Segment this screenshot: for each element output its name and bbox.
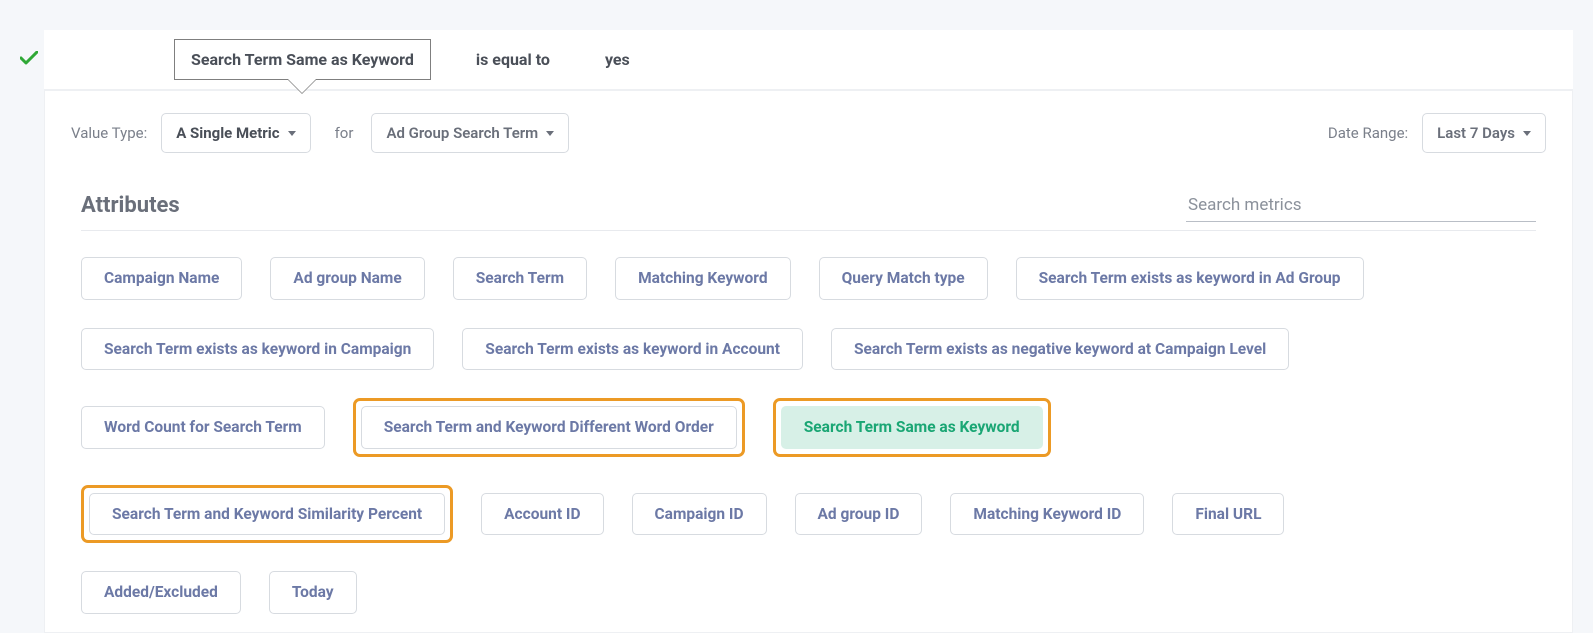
- attributes-section: Attributes Campaign Name Ad group Name Sea…: [71, 185, 1546, 632]
- chip-row: Search Term and Keyword Similarity Perce…: [81, 485, 1536, 544]
- attribute-chip[interactable]: Campaign ID: [632, 493, 767, 536]
- for-dropdown[interactable]: Ad Group Search Term: [371, 113, 569, 153]
- chip-row: Search Term exists as keyword in Campaig…: [81, 328, 1536, 371]
- config-panel: Value Type: A Single Metric for Ad Group…: [44, 90, 1573, 633]
- check-icon: [20, 50, 44, 69]
- attribute-chip[interactable]: Final URL: [1172, 493, 1284, 536]
- chip-row: Campaign Name Ad group Name Search Term Mat…: [81, 257, 1536, 300]
- for-value: Ad Group Search Term: [386, 124, 538, 142]
- attribute-chip[interactable]: Search Term: [453, 257, 587, 300]
- chevron-down-icon: [546, 131, 554, 136]
- attribute-chip[interactable]: Search Term exists as keyword in Ad Grou…: [1016, 257, 1364, 300]
- attribute-chip[interactable]: Account ID: [481, 493, 603, 536]
- filter-bar: Search Term Same as Keyword is equal to …: [44, 30, 1573, 90]
- attribute-chip[interactable]: Search Term exists as negative keyword a…: [831, 328, 1289, 371]
- chip-row: Added/Excluded Today: [81, 571, 1536, 614]
- date-range-value: Last 7 Days: [1437, 124, 1515, 142]
- date-range-label: Date Range:: [1328, 124, 1408, 142]
- filter-value[interactable]: yes: [605, 50, 630, 69]
- highlight-wrapper: Search Term Same as Keyword: [773, 398, 1051, 457]
- filter-operator[interactable]: is equal to: [476, 50, 550, 69]
- chevron-down-icon: [288, 131, 296, 136]
- highlight-wrapper: Search Term and Keyword Similarity Perce…: [81, 485, 453, 544]
- chevron-down-icon: [1523, 131, 1531, 136]
- value-type-value: A Single Metric: [176, 124, 279, 142]
- attribute-chip[interactable]: Search Term exists as keyword in Campaig…: [81, 328, 434, 371]
- attribute-chip[interactable]: Search Term Same as Keyword: [781, 406, 1043, 449]
- attribute-chip[interactable]: Word Count for Search Term: [81, 406, 325, 449]
- attribute-chip[interactable]: Matching Keyword ID: [950, 493, 1144, 536]
- attribute-chip[interactable]: Added/Excluded: [81, 571, 241, 614]
- attribute-chip[interactable]: Search Term exists as keyword in Account: [462, 328, 803, 371]
- attribute-chip[interactable]: Today: [269, 571, 357, 614]
- attribute-chip[interactable]: Query Match type: [819, 257, 988, 300]
- value-type-label: Value Type:: [71, 124, 147, 142]
- date-range-dropdown[interactable]: Last 7 Days: [1422, 113, 1546, 153]
- value-type-dropdown[interactable]: A Single Metric: [161, 113, 310, 153]
- attribute-chip[interactable]: Search Term and Keyword Similarity Perce…: [89, 493, 445, 536]
- for-label: for: [335, 124, 354, 142]
- attribute-chip[interactable]: Campaign Name: [81, 257, 242, 300]
- filter-field-chip[interactable]: Search Term Same as Keyword: [174, 39, 431, 80]
- attribute-chip[interactable]: Matching Keyword: [615, 257, 791, 300]
- highlight-wrapper: Search Term and Keyword Different Word O…: [353, 398, 745, 457]
- attribute-chip[interactable]: Ad group Name: [270, 257, 424, 300]
- controls-row: Value Type: A Single Metric for Ad Group…: [71, 113, 1546, 153]
- attributes-title: Attributes: [81, 193, 180, 218]
- attribute-chips: Campaign Name Ad group Name Search Term Mat…: [81, 257, 1536, 614]
- attribute-chip[interactable]: Ad group ID: [795, 493, 923, 536]
- attribute-chip[interactable]: Search Term and Keyword Different Word O…: [361, 406, 737, 449]
- search-input[interactable]: [1186, 189, 1536, 222]
- chip-row: Word Count for Search Term Search Term an…: [81, 398, 1536, 457]
